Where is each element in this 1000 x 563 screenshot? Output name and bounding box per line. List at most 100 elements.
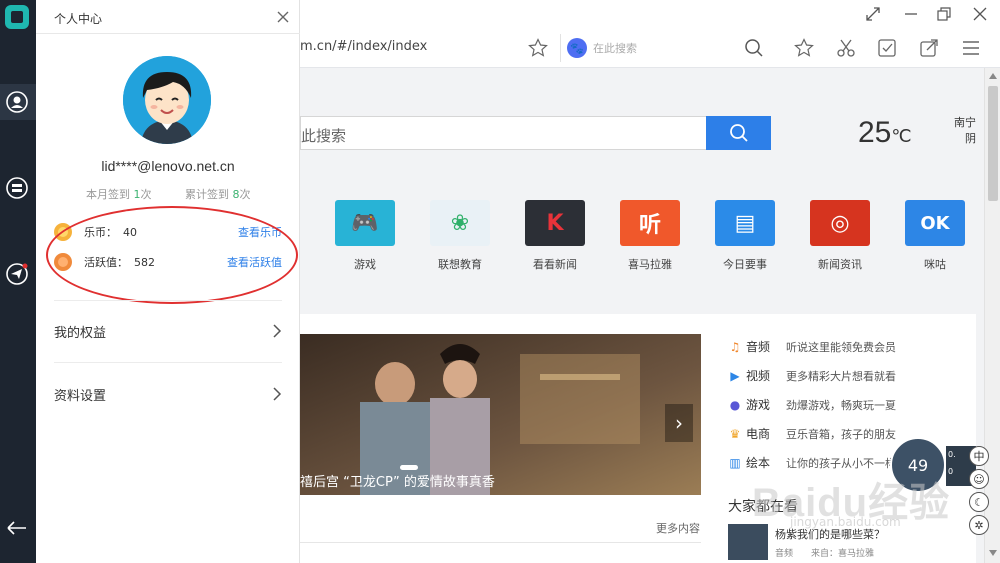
category-name: 绘本 [746,456,771,470]
message-icon[interactable] [6,263,28,285]
app-logo-icon[interactable] [5,5,29,29]
view-coins-link[interactable]: 查看乐币 [238,224,282,240]
signin-month-count: 1 [133,188,141,201]
news-banner[interactable]: 禧后宫 “卫龙CP” 的爱情故事真香 › [300,334,701,495]
close-icon[interactable] [274,8,292,26]
app-shortcut-kankan-news[interactable]: K 看看新闻 [525,200,585,272]
main-search-input[interactable]: 在此搜索 [300,116,706,150]
moon-icon[interactable]: ☾ [969,492,989,512]
book-icon: ▥ [729,455,741,470]
menu-item-label: 我的权益 [54,325,107,341]
category-desc: 更多精彩大片想看就看 [786,369,896,383]
activity-row: 活跃值： 582 查看活跃值 [54,250,282,274]
gamepad-icon: 🎮 [335,200,395,246]
close-window-button[interactable] [970,4,990,24]
category-row-video[interactable]: ▶ 视频 更多精彩大片想看就看 [728,361,968,390]
stats-box: 乐币： 40 查看乐币 活跃值： 582 查看活跃值 [54,212,282,300]
restore-button[interactable] [934,4,954,24]
more-content-link[interactable]: 更多内容 [656,520,700,536]
hot-list-item[interactable]: 杨紫我们的是哪些菜？ 音频 来自：喜马拉雅 [728,524,968,560]
weather-location: 南宁 阴 [954,115,976,147]
signin-month-label: 本月签到 [86,188,130,201]
category-desc: 劲爆游戏，畅爽玩一夏 [786,398,896,412]
notes-icon[interactable] [876,37,898,59]
activity-flame-icon [54,253,72,271]
favorites-icon[interactable] [793,37,815,59]
category-name: 音频 [746,340,771,354]
apps-icon[interactable] [6,177,28,199]
app-shortcut-today-news[interactable]: ▤ 今日要事 [715,200,775,272]
scissors-icon[interactable] [835,37,857,59]
carousel-indicator[interactable] [400,465,418,470]
avatar[interactable] [123,56,211,144]
user-icon[interactable] [6,91,28,113]
signin-total: 累计签到 8次 [185,186,251,202]
left-rail [0,0,36,563]
emoji-icon[interactable]: ☺ [969,469,989,489]
menu-item-my-benefits[interactable]: 我的权益 [54,316,282,346]
game-icon: ● [729,397,741,412]
app-shortcut-news-info[interactable]: ◎ 新闻资讯 [810,200,870,272]
app-label: 今日要事 [723,258,767,271]
app-shortcut-ximalaya[interactable]: 听 喜马拉雅 [620,200,680,272]
signin-total-label: 累计签到 [185,188,229,201]
activity-value: 582 [134,255,155,269]
category-row-audio[interactable]: ♫ 音频 听说这里能领免费会员 [728,332,968,361]
butterfly-icon[interactable]: ✲ [969,515,989,535]
app-label: 咪咕 [924,258,946,271]
category-name: 游戏 [746,398,771,412]
category-name: 电商 [746,427,771,441]
signin-month-suffix: 次 [140,188,152,201]
toolbar-search-box[interactable]: 🐾 在此搜索 [560,34,770,62]
category-desc: 听说这里能领免费会员 [786,340,896,354]
chevron-right-icon [273,387,282,401]
scroll-thumb[interactable] [988,86,998,201]
divider [54,362,282,363]
signin-month: 本月签到 1次 [86,186,152,202]
panel-title: 个人中心 [54,12,103,26]
main-search-button[interactable] [706,116,771,150]
baidu-paw-icon: 🐾 [567,38,587,58]
music-note-icon: ♫ [729,339,741,354]
app-label: 喜马拉雅 [628,258,672,271]
search-icon [729,124,748,142]
weather-temperature: 25℃ [858,116,912,150]
hot-item-thumbnail [728,524,768,560]
scroll-up-arrow-icon[interactable] [985,68,1000,84]
expand-icon[interactable] [863,4,883,24]
category-desc: 让你的孩子从小不一样 [786,456,896,470]
menu-item-profile-settings[interactable]: 资料设置 [54,379,282,409]
hot-item-meta: 音频 来自：喜马拉雅 [775,549,875,559]
scroll-down-arrow-icon[interactable] [985,545,1000,561]
flower-icon: ❀ [430,200,490,246]
logout-icon[interactable] [5,518,29,541]
share-icon[interactable] [918,37,940,59]
bookmark-star-icon[interactable] [528,38,548,61]
minimize-button[interactable] [901,4,921,24]
shop-icon: ♛ [729,426,741,441]
menu-icon[interactable] [960,37,982,59]
app-shortcut-lenovo-edu[interactable]: ❀ 联想教育 [430,200,490,272]
app-label: 新闻资讯 [818,258,862,271]
toolbar-search-placeholder: 在此搜索 [593,42,637,55]
url-field[interactable]: m.cn/#/index/index [300,39,427,54]
search-icon[interactable] [744,38,764,61]
input-mode-button[interactable]: 中 [969,446,989,466]
video-icon: ▶ [730,368,740,383]
chevron-right-icon[interactable]: › [665,404,693,442]
banner-caption[interactable]: 禧后宫 “卫龙CP” 的爱情故事真香 [300,471,495,490]
float-button-column: 中 ☺ ☾ ✲ [969,446,991,538]
view-activity-link[interactable]: 查看活跃值 [227,254,282,270]
ximalaya-logo-icon: 听 [620,200,680,246]
activity-label: 活跃值： [84,256,128,269]
window-titlebar [300,0,1000,28]
signin-total-count: 8 [232,188,240,201]
category-row-game[interactable]: ● 游戏 劲爆游戏，畅爽玩一夏 [728,390,968,419]
app-shortcut-game[interactable]: 🎮 游戏 [335,200,395,272]
app-shortcut-migu[interactable]: OK 咪咕 [905,200,965,272]
app-label: 游戏 [354,258,376,271]
migu-logo-icon: OK [905,200,965,246]
user-email: lid****@lenovo.net.cn [101,158,235,174]
divider [300,542,701,543]
avatar-illustration [123,56,211,144]
